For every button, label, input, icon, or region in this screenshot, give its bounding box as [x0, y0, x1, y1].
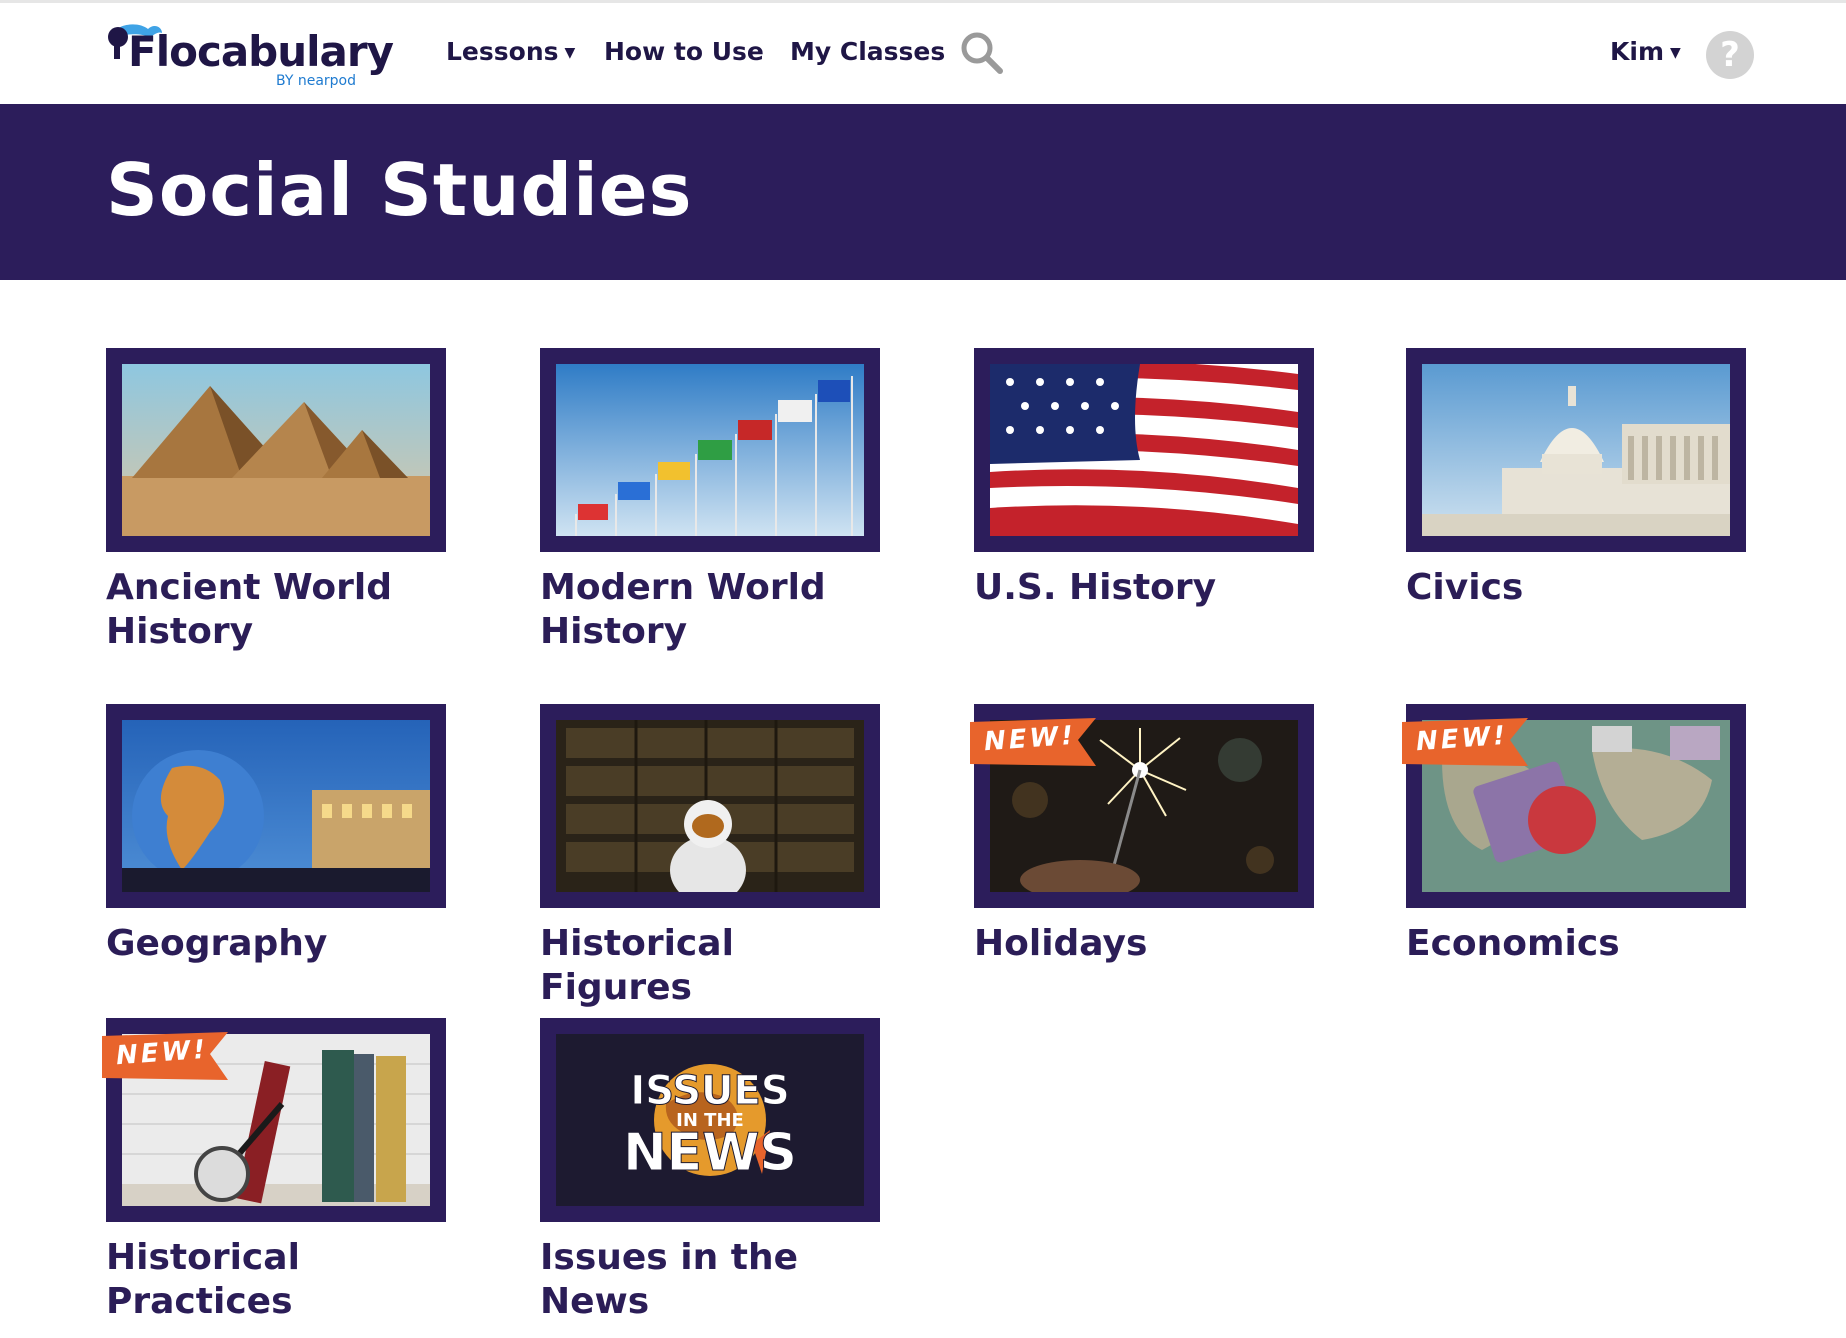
chevron-down-icon: ▼ [564, 45, 576, 61]
nav-how-to-use[interactable]: How to Use [604, 37, 764, 66]
issues-in-the-news-logo: ISSUES IN THE NEWS [556, 1034, 864, 1206]
globe-square-image [122, 720, 430, 892]
new-badge: NEW! [102, 1032, 228, 1080]
page-banner: Social Studies [0, 104, 1846, 280]
issues-logo-line3: NEWS [623, 1123, 797, 1183]
logo-wordmark: Flocabulary [128, 27, 394, 76]
chevron-down-icon: ▼ [1670, 45, 1681, 61]
new-badge: NEW! [970, 718, 1096, 766]
new-badge-label: NEW! [1415, 720, 1509, 758]
search-icon[interactable] [960, 31, 1004, 75]
world-flags-image [556, 364, 864, 536]
category-card[interactable]: Geography [106, 704, 446, 966]
card-title[interactable]: Holidays [974, 922, 1314, 966]
category-card[interactable]: Civics [1406, 348, 1746, 610]
new-badge-label: NEW! [983, 720, 1077, 758]
astronaut-library-image [556, 720, 864, 892]
card-image-frame[interactable] [106, 704, 446, 908]
card-title[interactable]: U.S. History [974, 566, 1314, 610]
pyramids-image [122, 364, 430, 536]
help-icon[interactable]: ? [1706, 31, 1754, 79]
card-image-frame[interactable] [106, 348, 446, 552]
category-card[interactable]: NEW! Holidays [970, 704, 1314, 966]
card-image-frame[interactable] [1406, 348, 1746, 552]
card-title[interactable]: Civics [1406, 566, 1746, 610]
american-flag-image [990, 364, 1298, 536]
card-title[interactable]: Modern World History [540, 566, 880, 654]
card-title[interactable]: Historical Figures [540, 922, 880, 1010]
new-badge-label: NEW! [115, 1034, 209, 1072]
category-card[interactable]: Historical Figures [540, 704, 880, 1010]
issues-logo-line1: ISSUES [630, 1068, 789, 1114]
nav-my-classes-label: My Classes [790, 37, 946, 66]
card-title[interactable]: Issues in the News [540, 1236, 880, 1324]
logo-byline: BY nearpod [276, 73, 357, 89]
flocabulary-logo[interactable]: Flocabulary BY nearpod [104, 15, 394, 89]
new-badge: NEW! [1402, 718, 1528, 766]
card-title[interactable]: Geography [106, 922, 446, 966]
page-title: Social Studies [106, 148, 693, 232]
card-title[interactable]: Historical Practices [106, 1236, 446, 1324]
category-card[interactable]: U.S. History [974, 348, 1314, 610]
top-navigation: Flocabulary BY nearpod Lessons ▼ How to U… [0, 0, 1846, 104]
category-card[interactable]: ISSUES IN THE NEWS Issues in the News [540, 1018, 880, 1324]
user-name: Kim [1610, 37, 1664, 66]
card-title[interactable]: Ancient World History [106, 566, 446, 654]
category-card[interactable]: Modern World History [540, 348, 880, 654]
category-card[interactable]: NEW! Economics [1402, 704, 1746, 966]
card-image-frame[interactable] [540, 704, 880, 908]
nav-lessons-label: Lessons [446, 37, 559, 66]
card-title[interactable]: Economics [1406, 922, 1746, 966]
nav-lessons[interactable]: Lessons ▼ [446, 37, 575, 66]
nav-how-to-use-label: How to Use [604, 37, 764, 66]
category-card[interactable]: Ancient World History [106, 348, 446, 654]
user-menu[interactable]: Kim ▼ [1610, 37, 1681, 66]
category-card[interactable]: NEW! Historical Practices [102, 1018, 446, 1324]
card-image-frame[interactable] [974, 348, 1314, 552]
card-image-frame[interactable]: ISSUES IN THE NEWS [540, 1018, 880, 1222]
nav-my-classes[interactable]: My Classes [790, 37, 945, 66]
capitol-building-image [1422, 364, 1730, 536]
card-image-frame[interactable] [540, 348, 880, 552]
